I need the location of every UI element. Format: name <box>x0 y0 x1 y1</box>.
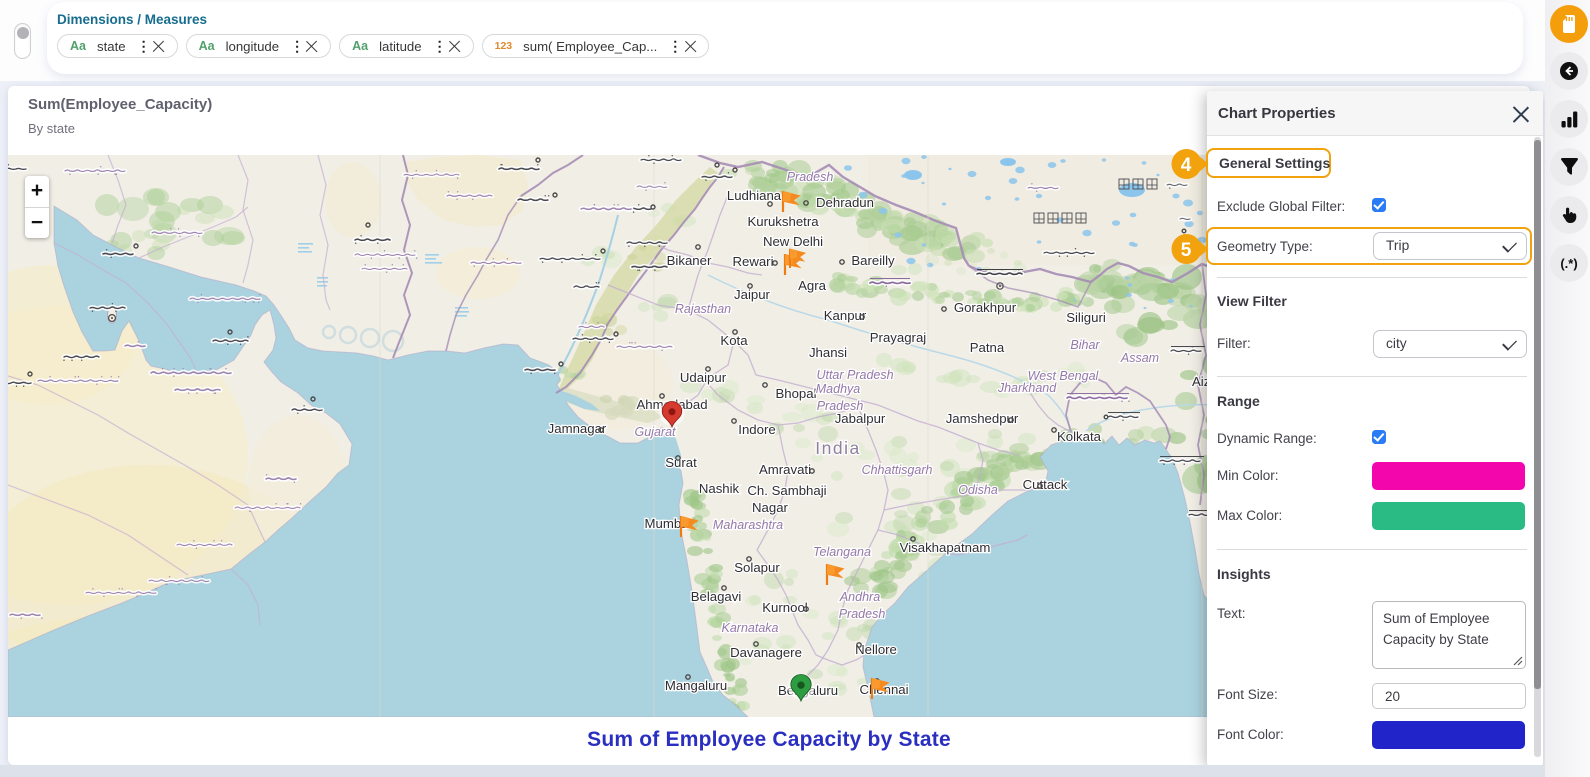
svg-text:Prayagraj: Prayagraj <box>870 330 927 345</box>
svg-text:Surat: Surat <box>665 455 697 470</box>
svg-text:Assam: Assam <box>1120 351 1159 365</box>
svg-text:Karnataka: Karnataka <box>722 621 779 635</box>
svg-text:Jaipur: Jaipur <box>734 287 771 302</box>
svg-text:Jamnagar: Jamnagar <box>548 421 607 436</box>
svg-text:Kurnool: Kurnool <box>762 600 808 615</box>
svg-text:Kota: Kota <box>720 333 748 348</box>
svg-text:Pradesh: Pradesh <box>787 170 834 184</box>
svg-text:5: 5 <box>1181 240 1192 261</box>
svg-text:Pradesh: Pradesh <box>817 399 864 413</box>
svg-text:Indore: Indore <box>738 422 775 437</box>
svg-text:Madhya: Madhya <box>816 382 861 396</box>
svg-text:Bareilly: Bareilly <box>851 253 895 268</box>
svg-text:Telangana: Telangana <box>813 545 871 559</box>
svg-text:4: 4 <box>1181 155 1192 176</box>
svg-text:Pradesh: Pradesh <box>839 607 886 621</box>
svg-text:Agra: Agra <box>798 278 827 293</box>
svg-text:Gorakhpur: Gorakhpur <box>954 300 1017 315</box>
svg-text:Bihar: Bihar <box>1070 338 1100 352</box>
svg-text:Nagar: Nagar <box>752 500 789 515</box>
svg-text:Cuttack: Cuttack <box>1023 477 1068 492</box>
svg-text:Andhra: Andhra <box>839 590 880 604</box>
svg-text:Ch. Sambhaji: Ch. Sambhaji <box>747 483 826 498</box>
svg-text:Bhopal: Bhopal <box>775 386 816 401</box>
svg-text:Kolkata: Kolkata <box>1057 429 1102 444</box>
svg-text:India: India <box>815 438 860 458</box>
svg-text:Chhattisgarh: Chhattisgarh <box>862 463 933 477</box>
svg-text:Jamshedpur: Jamshedpur <box>946 411 1019 426</box>
svg-text:Dehradun: Dehradun <box>816 195 874 210</box>
svg-text:Bikaner: Bikaner <box>667 253 712 268</box>
svg-text:Kurukshetra: Kurukshetra <box>747 214 819 229</box>
svg-text:Odisha: Odisha <box>958 483 998 497</box>
svg-text:Maharashtra: Maharashtra <box>713 518 783 532</box>
svg-text:Rajasthan: Rajasthan <box>675 302 731 316</box>
svg-text:New Delhi: New Delhi <box>763 234 823 249</box>
svg-text:Jhansi: Jhansi <box>809 345 847 360</box>
svg-text:Belagavi: Belagavi <box>691 589 742 604</box>
svg-text:Ludhiana: Ludhiana <box>727 188 782 203</box>
svg-text:Rewari: Rewari <box>732 254 773 269</box>
svg-text:Visakhapatnam: Visakhapatnam <box>900 540 991 555</box>
svg-text:Solapur: Solapur <box>734 560 780 575</box>
svg-text:Udaipur: Udaipur <box>680 370 727 385</box>
svg-text:Jharkhand: Jharkhand <box>997 381 1057 395</box>
svg-text:Patna: Patna <box>970 340 1005 355</box>
svg-text:Gujarat: Gujarat <box>635 425 677 439</box>
svg-text:Jabalpur: Jabalpur <box>835 411 886 426</box>
svg-text:Amravati: Amravati <box>759 462 811 477</box>
svg-text:Uttar Pradesh: Uttar Pradesh <box>816 368 893 382</box>
svg-text:Nashik: Nashik <box>699 481 740 496</box>
svg-text:Mangaluru: Mangaluru <box>665 678 727 693</box>
svg-text:Siliguri: Siliguri <box>1066 310 1106 325</box>
svg-text:Davanagere: Davanagere <box>730 645 802 660</box>
